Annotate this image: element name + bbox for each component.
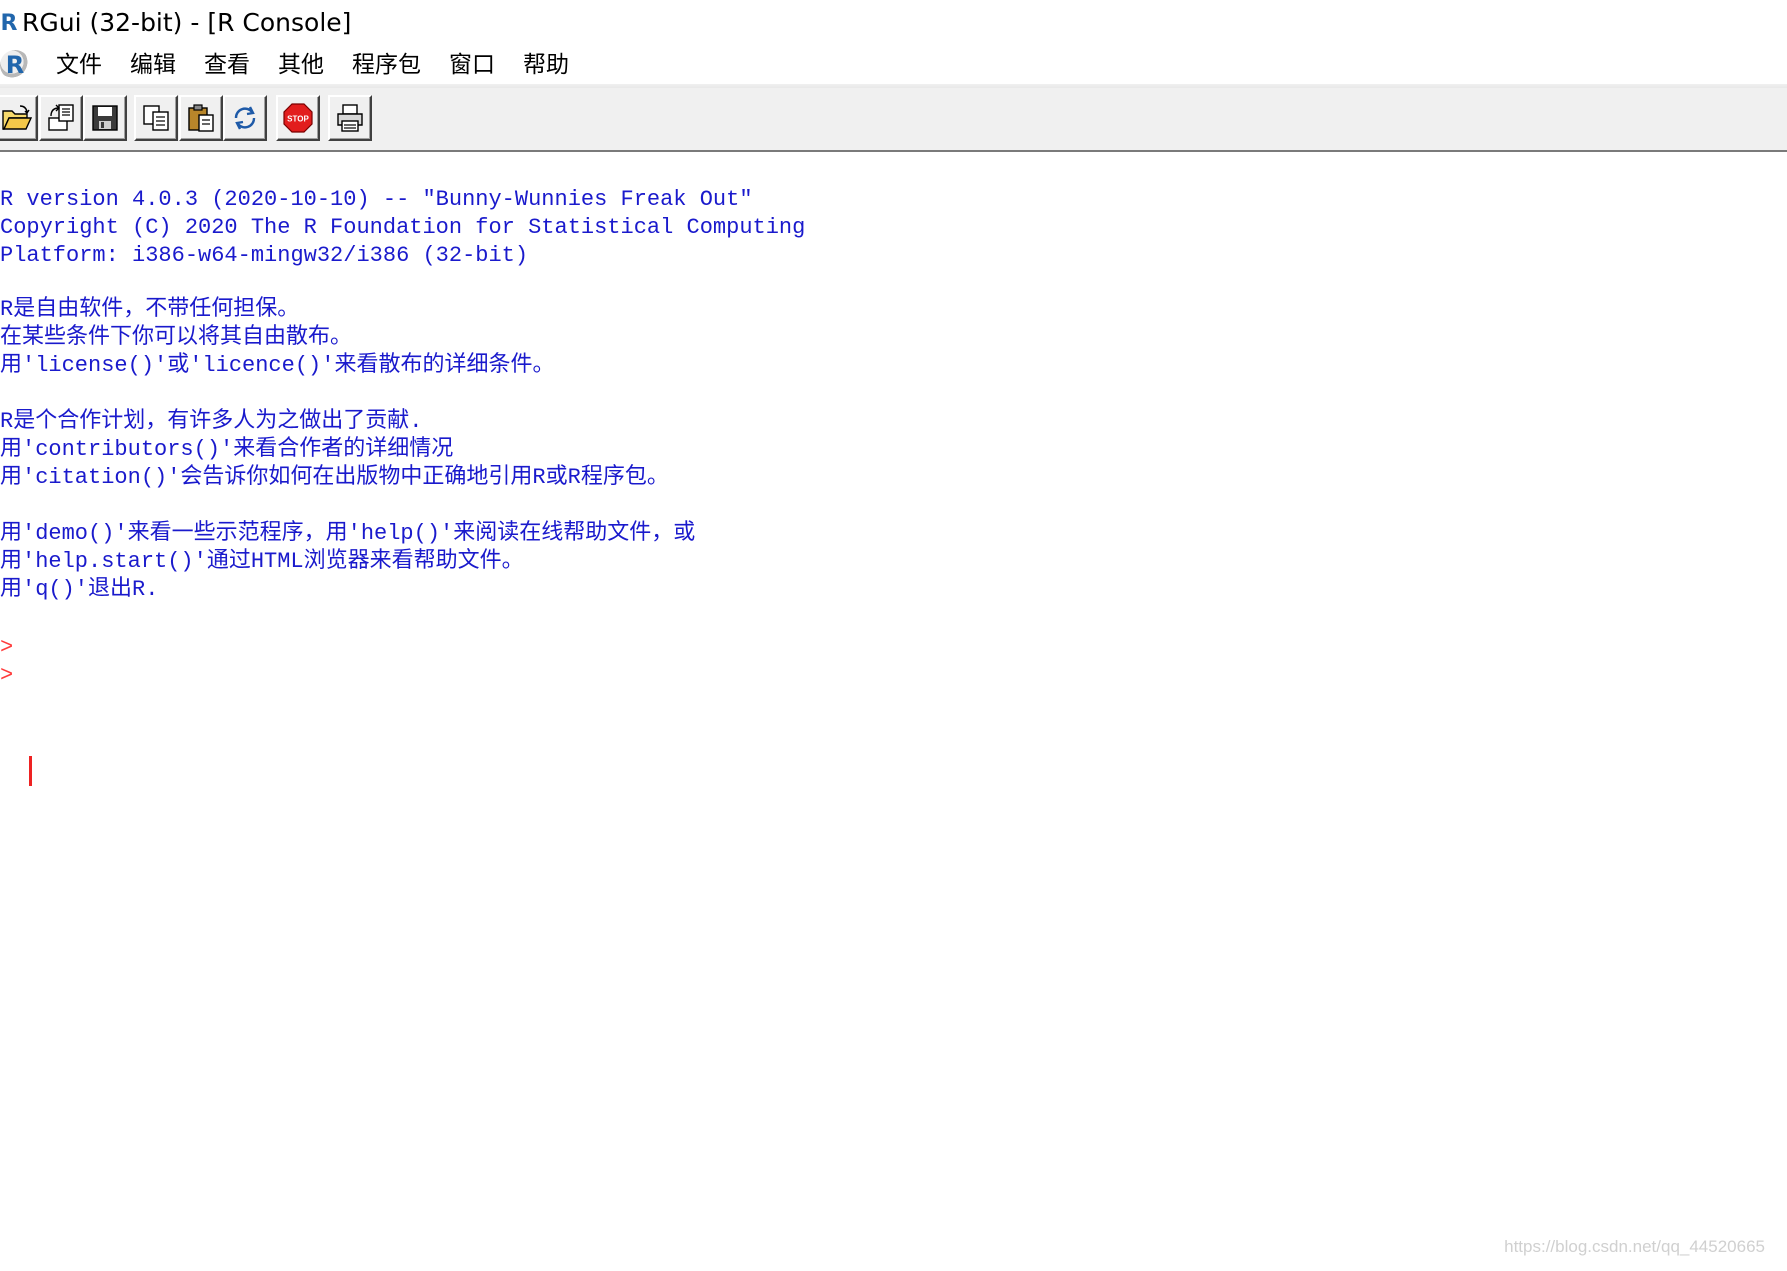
r-system-menu-icon[interactable]: R xyxy=(0,50,30,80)
paste-button[interactable] xyxy=(179,95,223,141)
stop-label: STOP xyxy=(287,115,309,124)
menu-help[interactable]: 帮助 xyxy=(509,48,583,82)
menu-view[interactable]: 查看 xyxy=(190,48,264,82)
menu-packages[interactable]: 程序包 xyxy=(338,48,435,82)
load-workspace-icon xyxy=(48,104,74,131)
console-area[interactable]: R version 4.0.3 (2020-10-10) -- "Bunny-W… xyxy=(0,152,1787,1271)
open-script-button[interactable] xyxy=(0,95,38,141)
copy-button[interactable] xyxy=(134,95,178,141)
paste-icon xyxy=(188,104,214,132)
menu-edit[interactable]: 编辑 xyxy=(116,48,190,82)
stop-button[interactable]: STOP xyxy=(276,95,320,141)
console-prompt: > xyxy=(0,663,14,688)
copy-icon xyxy=(143,105,169,131)
save-icon xyxy=(92,105,118,131)
menu-file[interactable]: 文件 xyxy=(42,48,116,82)
menu-misc[interactable]: 其他 xyxy=(264,48,338,82)
open-folder-icon xyxy=(2,105,32,130)
save-button[interactable] xyxy=(83,95,127,141)
window-title: RGui (32-bit) - [R Console] xyxy=(22,8,352,37)
r-logo-icon: R xyxy=(0,10,18,36)
copy-paste-button[interactable] xyxy=(223,95,267,141)
title-bar: R RGui (32-bit) - [R Console] xyxy=(0,0,1787,46)
console-line: 用'q()'退出R. xyxy=(0,577,159,602)
menu-windows[interactable]: 窗口 xyxy=(435,48,509,82)
print-button[interactable] xyxy=(328,95,372,141)
text-cursor xyxy=(29,756,32,786)
load-workspace-button[interactable] xyxy=(39,95,83,141)
console-line: Platform: i386-w64-mingw32/i386 (32-bit) xyxy=(0,243,529,268)
toolbar: STOP xyxy=(0,88,1787,152)
console-line: 用'citation()'会告诉你如何在出版物中正确地引用R或R程序包。 xyxy=(0,465,669,490)
stop-icon: STOP xyxy=(283,103,313,133)
watermark: https://blog.csdn.net/qq_44520665 xyxy=(1504,1237,1765,1256)
menu-bar: R 文件 编辑 查看 其他 程序包 窗口 帮助 xyxy=(0,46,1787,84)
print-icon xyxy=(337,104,363,132)
console-line: 用'license()'或'licence()'来看散布的详细条件。 xyxy=(0,353,555,378)
refresh-icon xyxy=(234,106,256,130)
